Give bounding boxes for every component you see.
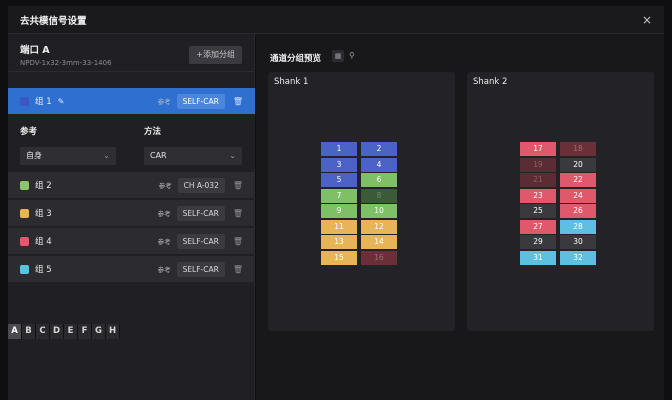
channel-cell[interactable]: 19 xyxy=(520,157,556,172)
group-ref-label: 参考 xyxy=(157,238,171,246)
channel-cell[interactable]: 28 xyxy=(560,219,596,234)
channel-cell[interactable]: 21 xyxy=(520,173,556,187)
trash-icon[interactable]: 🗑 xyxy=(233,265,243,274)
group-color-swatch xyxy=(20,264,29,274)
channel-cell[interactable]: 29 xyxy=(520,235,556,249)
group-name: 组 5 xyxy=(35,265,52,275)
channel-cell[interactable]: 11 xyxy=(321,219,357,234)
port-letter-tab[interactable]: G xyxy=(92,324,106,339)
channel-cell[interactable]: 25 xyxy=(520,204,556,218)
channel-cell[interactable]: 4 xyxy=(361,157,397,172)
group-row[interactable]: 组 5 参考 SELF-CAR 🗑 xyxy=(8,256,255,282)
channel-cell[interactable]: 15 xyxy=(321,250,357,265)
channel-cell[interactable]: 32 xyxy=(560,250,596,265)
port-header: 端口 A NPDV-1x32-3mm-33-1406 +添加分组 xyxy=(8,34,254,72)
chevron-down-icon: ⌄ xyxy=(229,151,236,160)
channel-cell[interactable]: 5 xyxy=(321,173,357,187)
group-ref-label: 参考 xyxy=(157,98,171,106)
shank-card: Shank 2 17 18 19 20 21 22 23 24 25 26 27 28 29 30 31 32 xyxy=(467,72,654,331)
trash-icon[interactable]: 🗑 xyxy=(233,181,243,190)
channel-cell[interactable]: 26 xyxy=(560,204,596,218)
pin-icon[interactable]: ⚲ xyxy=(349,51,355,60)
group-row[interactable]: 组 1 ✎ 参考 SELF-CAR 🗑 xyxy=(8,88,255,114)
group-ref-label: 参考 xyxy=(158,182,172,190)
group-name: 组 4 xyxy=(35,237,52,247)
channel-cell[interactable]: 30 xyxy=(560,235,596,249)
method-select-value: CAR xyxy=(150,151,167,160)
group-ref-label: 参考 xyxy=(157,266,171,274)
ref-select-value: 自身 xyxy=(26,151,42,160)
channel-cell[interactable]: 16 xyxy=(361,250,397,265)
ref-select[interactable]: 自身 ⌄ xyxy=(20,147,116,165)
dialog-title: 去共模信号设置 xyxy=(20,15,87,27)
channel-cell[interactable]: 22 xyxy=(560,173,596,187)
port-letter-tab[interactable]: D xyxy=(50,324,64,339)
channel-cell[interactable]: 7 xyxy=(321,188,357,203)
group-ref-label: 参考 xyxy=(157,210,171,218)
port-letter-tab[interactable]: B xyxy=(22,324,36,339)
method-heading: 方法 xyxy=(144,127,162,137)
add-group-button[interactable]: +添加分组 xyxy=(189,46,242,64)
port-letter-tab[interactable]: C xyxy=(36,324,50,339)
group-name: 组 2 xyxy=(35,181,52,191)
edit-icon[interactable]: ✎ xyxy=(58,97,65,106)
group-name: 组 3 xyxy=(35,209,52,219)
trash-icon[interactable]: 🗑 xyxy=(233,209,243,218)
channel-cell[interactable]: 23 xyxy=(520,188,556,203)
channel-cell[interactable]: 31 xyxy=(520,250,556,265)
group-name: 组 1 xyxy=(35,97,52,107)
port-letter-tab[interactable]: E xyxy=(64,324,78,339)
channel-cell[interactable]: 6 xyxy=(361,173,397,187)
shank-card: Shank 1 1 2 3 4 5 6 7 8 9 10 11 12 13 14 15 16 xyxy=(268,72,455,331)
channel-cell[interactable]: 20 xyxy=(560,157,596,172)
channel-cell[interactable]: 12 xyxy=(361,219,397,234)
shank-title: Shank 2 xyxy=(473,77,508,87)
port-letter-tab[interactable]: H xyxy=(106,324,120,339)
channel-cell[interactable]: 1 xyxy=(321,142,357,156)
trash-icon[interactable]: 🗑 xyxy=(233,237,243,246)
port-letter-tabs: ABCDEFGH xyxy=(8,324,120,339)
group-ref-value[interactable]: SELF-CAR xyxy=(176,93,225,109)
group-color-swatch xyxy=(20,236,29,246)
group-detail-panel: 参考 方法 自身 ⌄ CAR ⌄ xyxy=(8,117,255,169)
group-row[interactable]: 组 4 参考 SELF-CAR 🗑 xyxy=(8,228,255,254)
port-letter-tab[interactable]: F xyxy=(78,324,92,339)
grid-icon[interactable]: ▦ xyxy=(332,50,344,62)
group-ref-value[interactable]: SELF-CAR xyxy=(176,261,225,277)
channel-cell[interactable]: 10 xyxy=(361,204,397,218)
group-panel: 端口 A NPDV-1x32-3mm-33-1406 +添加分组 组 1 ✎ 参考 S… xyxy=(8,34,255,400)
channel-cell[interactable]: 3 xyxy=(321,157,357,172)
group-color-swatch xyxy=(20,180,29,190)
port-letter-tab[interactable]: A xyxy=(8,324,22,339)
group-row[interactable]: 组 2 参考 CH A-032 🗑 xyxy=(8,172,255,198)
channel-cell[interactable]: 24 xyxy=(560,188,596,203)
channel-cell[interactable]: 2 xyxy=(361,142,397,156)
trash-icon[interactable]: 🗑 xyxy=(233,97,243,106)
channel-cell[interactable]: 18 xyxy=(560,142,596,156)
group-color-swatch xyxy=(20,96,29,106)
channel-cell[interactable]: 27 xyxy=(520,219,556,234)
group-ref-value[interactable]: CH A-032 xyxy=(177,177,225,193)
method-select[interactable]: CAR ⌄ xyxy=(144,147,242,165)
group-ref-value[interactable]: SELF-CAR xyxy=(176,205,225,221)
channel-cell[interactable]: 9 xyxy=(321,204,357,218)
preview-title: 通道分组预览 xyxy=(270,54,322,64)
group-color-swatch xyxy=(20,208,29,218)
preview-panel: 通道分组预览 ▦ ⚲ Shank 1 1 2 3 4 5 6 7 8 9 10 11 12 13 14 15 1… xyxy=(256,34,664,400)
channel-cell[interactable]: 8 xyxy=(361,188,397,203)
dialog-titlebar: 去共模信号设置 × xyxy=(8,6,664,34)
group-row[interactable]: 组 3 参考 SELF-CAR 🗑 xyxy=(8,200,255,226)
group-ref-value[interactable]: SELF-CAR xyxy=(176,233,225,249)
shank-title: Shank 1 xyxy=(274,77,309,87)
ref-heading: 参考 xyxy=(20,127,38,137)
channel-cell[interactable]: 13 xyxy=(321,235,357,249)
close-icon[interactable]: × xyxy=(642,13,652,27)
chevron-down-icon: ⌄ xyxy=(103,151,110,160)
channel-cell[interactable]: 17 xyxy=(520,142,556,156)
channel-cell[interactable]: 14 xyxy=(361,235,397,249)
